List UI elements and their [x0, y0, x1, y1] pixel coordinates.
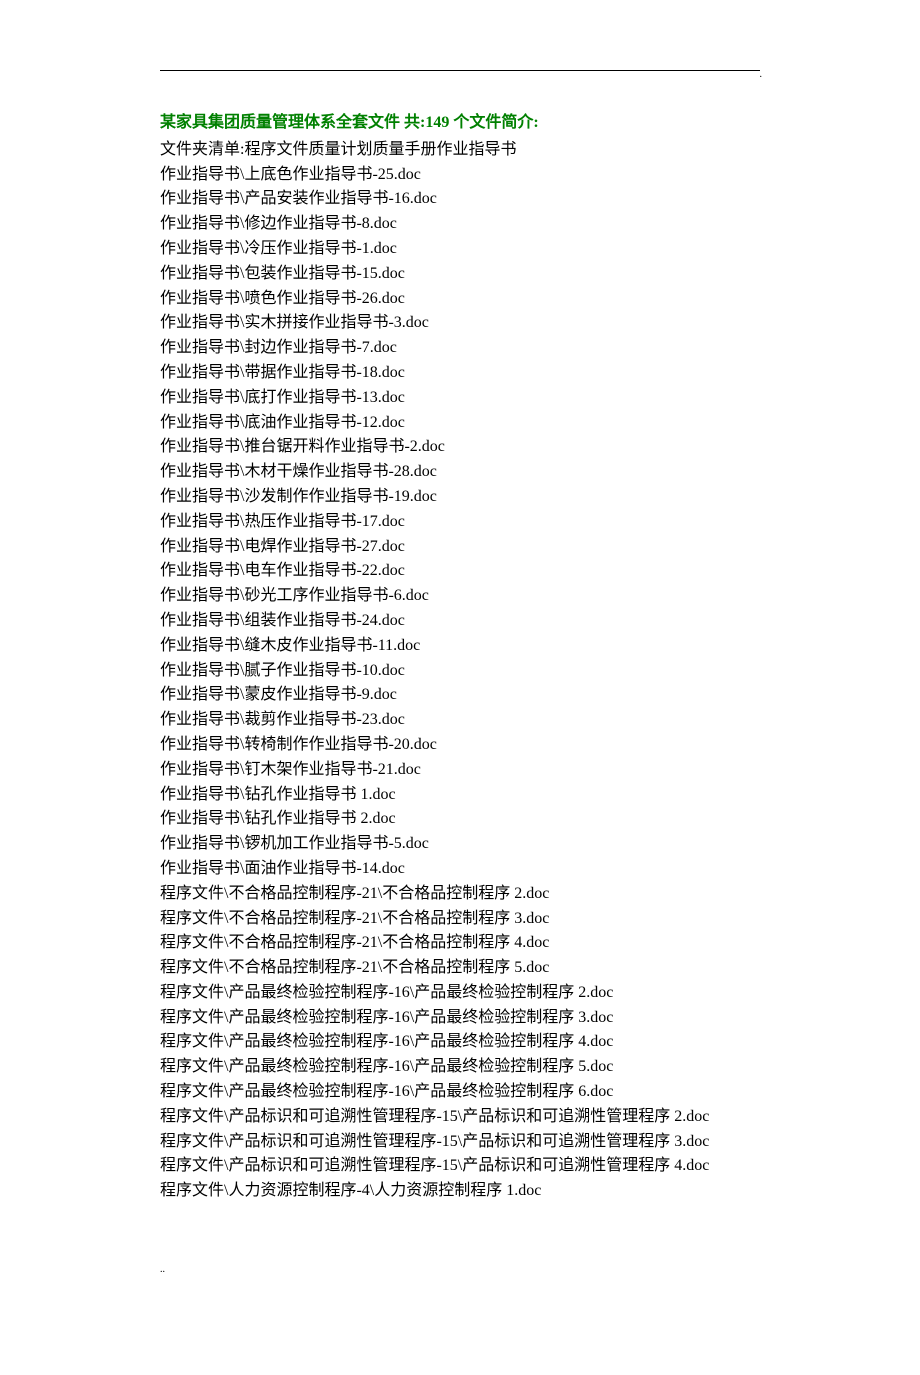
title-suffix: 个文件简介: [449, 114, 538, 131]
file-list-item: 程序文件\不合格品控制程序-21\不合格品控制程序 5.doc [160, 956, 760, 981]
file-list-item: 作业指导书\带据作业指导书-18.doc [160, 361, 760, 386]
file-list-item: 程序文件\产品最终检验控制程序-16\产品最终检验控制程序 3.doc [160, 1006, 760, 1031]
file-list-item: 程序文件\不合格品控制程序-21\不合格品控制程序 3.doc [160, 907, 760, 932]
file-list-item: 程序文件\产品标识和可追溯性管理程序-15\产品标识和可追溯性管理程序 4.do… [160, 1154, 760, 1179]
file-list-item: 程序文件\产品标识和可追溯性管理程序-15\产品标识和可追溯性管理程序 3.do… [160, 1130, 760, 1155]
file-list-item: 程序文件\产品最终检验控制程序-16\产品最终检验控制程序 4.doc [160, 1030, 760, 1055]
file-list-item: 程序文件\产品标识和可追溯性管理程序-15\产品标识和可追溯性管理程序 2.do… [160, 1105, 760, 1130]
title-count: 149 [425, 114, 449, 131]
file-list-item: 作业指导书\包装作业指导书-15.doc [160, 262, 760, 287]
file-list-item: 作业指导书\底打作业指导书-13.doc [160, 386, 760, 411]
file-list-item: 作业指导书\木材干燥作业指导书-28.doc [160, 460, 760, 485]
file-list-item: 作业指导书\电焊作业指导书-27.doc [160, 535, 760, 560]
file-list-item: 作业指导书\转椅制作作业指导书-20.doc [160, 733, 760, 758]
file-list-item: 作业指导书\喷色作业指导书-26.doc [160, 287, 760, 312]
file-list-item: 作业指导书\腻子作业指导书-10.doc [160, 659, 760, 684]
file-list-item: 作业指导书\组装作业指导书-24.doc [160, 609, 760, 634]
file-list-item: 作业指导书\蒙皮作业指导书-9.doc [160, 683, 760, 708]
file-list-item: 作业指导书\封边作业指导书-7.doc [160, 336, 760, 361]
horizontal-rule [160, 70, 760, 71]
file-list-item: 程序文件\产品最终检验控制程序-16\产品最终检验控制程序 6.doc [160, 1080, 760, 1105]
file-list-item: 作业指导书\锣机加工作业指导书-5.doc [160, 832, 760, 857]
file-list-item: 程序文件\不合格品控制程序-21\不合格品控制程序 4.doc [160, 931, 760, 956]
file-list-item: 作业指导书\底油作业指导书-12.doc [160, 411, 760, 436]
file-list-item: 作业指导书\上底色作业指导书-25.doc [160, 163, 760, 188]
file-list-item: 程序文件\人力资源控制程序-4\人力资源控制程序 1.doc [160, 1179, 760, 1204]
file-list-item: 作业指导书\钻孔作业指导书 2.doc [160, 807, 760, 832]
file-list-item: 作业指导书\实木拼接作业指导书-3.doc [160, 311, 760, 336]
file-list-item: 作业指导书\面油作业指导书-14.doc [160, 857, 760, 882]
file-list-item: 作业指导书\产品安装作业指导书-16.doc [160, 187, 760, 212]
file-list-item: 程序文件\产品最终检验控制程序-16\产品最终检验控制程序 5.doc [160, 1055, 760, 1080]
file-list-item: 作业指导书\推台锯开料作业指导书-2.doc [160, 435, 760, 460]
file-list-item: 作业指导书\修边作业指导书-8.doc [160, 212, 760, 237]
file-list-item: 作业指导书\裁剪作业指导书-23.doc [160, 708, 760, 733]
file-list-item: 作业指导书\电车作业指导书-22.doc [160, 559, 760, 584]
file-list-item: 作业指导书\冷压作业指导书-1.doc [160, 237, 760, 262]
folder-list-header: 文件夹清单:程序文件质量计划质量手册作业指导书 [160, 138, 760, 163]
file-list-item: 作业指导书\缝木皮作业指导书-11.doc [160, 634, 760, 659]
document-title: 某家具集团质量管理体系全套文件 共:149 个文件简介: [160, 111, 760, 136]
footer-dots: .. [160, 1264, 760, 1275]
file-list: 作业指导书\上底色作业指导书-25.doc作业指导书\产品安装作业指导书-16.… [160, 163, 760, 1204]
file-list-item: 程序文件\不合格品控制程序-21\不合格品控制程序 2.doc [160, 882, 760, 907]
title-prefix: 某家具集团质量管理体系全套文件 共: [160, 114, 425, 131]
file-list-item: 程序文件\产品最终检验控制程序-16\产品最终检验控制程序 2.doc [160, 981, 760, 1006]
file-list-item: 作业指导书\沙发制作作业指导书-19.doc [160, 485, 760, 510]
file-list-item: 作业指导书\砂光工序作业指导书-6.doc [160, 584, 760, 609]
file-list-item: 作业指导书\钉木架作业指导书-21.doc [160, 758, 760, 783]
file-list-item: 作业指导书\热压作业指导书-17.doc [160, 510, 760, 535]
file-list-item: 作业指导书\钻孔作业指导书 1.doc [160, 783, 760, 808]
